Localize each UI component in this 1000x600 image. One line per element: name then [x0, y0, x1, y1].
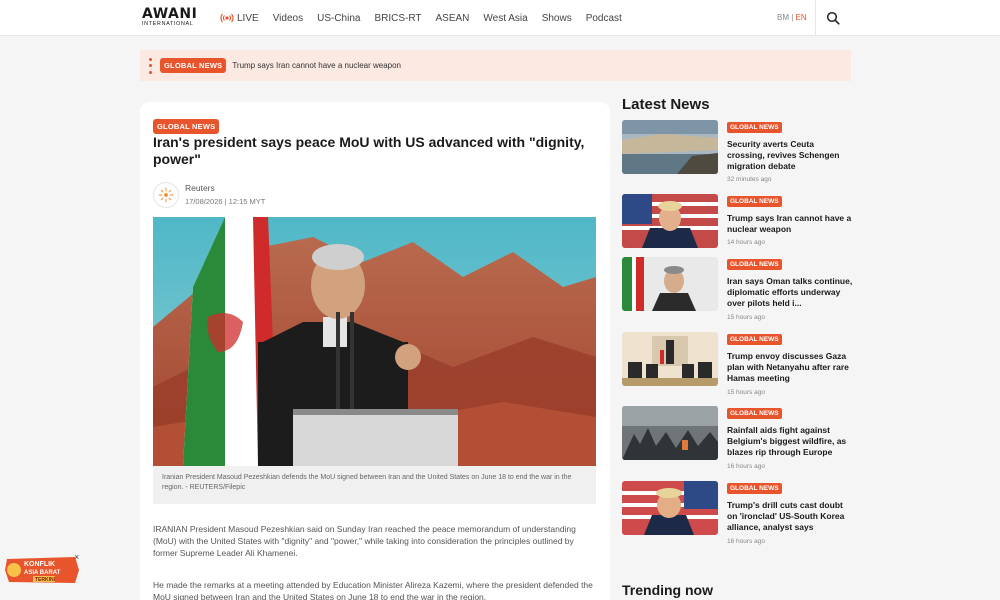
- news-thumbnail: [622, 194, 718, 248]
- article-category-badge[interactable]: GLOBAL NEWS: [153, 119, 220, 134]
- news-title[interactable]: Iran says Oman talks continue, diplomati…: [727, 276, 853, 309]
- lang-bm[interactable]: BM: [777, 13, 789, 22]
- nav-shows[interactable]: Shows: [542, 13, 572, 24]
- latest-news-item[interactable]: GLOBAL NEWS Security averts Ceuta crossi…: [622, 120, 852, 184]
- news-thumbnail: [622, 406, 718, 460]
- nav-live[interactable]: LIVE: [220, 13, 259, 24]
- news-badge: GLOBAL NEWS: [727, 196, 782, 207]
- author-name[interactable]: Reuters: [185, 183, 215, 193]
- news-thumbnail: [622, 332, 718, 386]
- nav-us-china[interactable]: US-China: [317, 13, 360, 24]
- news-title[interactable]: Trump says Iran cannot have a nuclear we…: [727, 213, 853, 235]
- news-title[interactable]: Rainfall aids fight against Belgium's bi…: [727, 425, 853, 458]
- nav-videos[interactable]: Videos: [273, 13, 303, 24]
- site-header: AWANI INTERNATIONAL LIVE Videos US-China…: [0, 0, 1000, 36]
- nav-brics-rt[interactable]: BRICS-RT: [374, 13, 421, 24]
- news-time: 32 minutes ago: [727, 176, 772, 183]
- language-switcher: BM | EN: [777, 13, 807, 22]
- breaking-headline[interactable]: Trump says Iran cannot have a nuclear we…: [232, 61, 401, 70]
- news-badge: GLOBAL NEWS: [727, 259, 782, 270]
- awani-logo[interactable]: AWANI INTERNATIONAL: [142, 7, 204, 29]
- lang-en[interactable]: EN: [796, 13, 807, 22]
- logo-sub: INTERNATIONAL: [142, 21, 194, 27]
- latest-news-item[interactable]: GLOBAL NEWS Trump says Iran cannot have …: [622, 194, 852, 258]
- image-caption: Iranian President Masoud Pezeshkian defe…: [153, 466, 596, 504]
- news-badge: GLOBAL NEWS: [727, 122, 782, 133]
- news-title[interactable]: Security averts Ceuta crossing, revives …: [727, 139, 853, 172]
- latest-news-item[interactable]: GLOBAL NEWS Rainfall aids fight against …: [622, 406, 852, 470]
- article-date: 17/08/2026 | 12:15 MYT: [185, 197, 266, 206]
- article-paragraph-2: He made the remarks at a meeting attende…: [153, 580, 593, 600]
- nav-west-asia[interactable]: West Asia: [483, 13, 527, 24]
- more-options-icon: [148, 57, 152, 74]
- nav-asean[interactable]: ASEAN: [436, 13, 470, 24]
- latest-news-item[interactable]: GLOBAL NEWS Trump's drill cuts cast doub…: [622, 481, 852, 545]
- news-thumbnail: [622, 481, 718, 535]
- news-time: 14 hours ago: [727, 239, 765, 246]
- konflik-asia-barat-badge[interactable]: KONFLIK ASIA BARAT TERKINI: [3, 555, 81, 585]
- lang-separator: |: [791, 13, 794, 22]
- nav-podcast[interactable]: Podcast: [586, 13, 622, 24]
- news-time: 15 hours ago: [727, 389, 765, 396]
- badge-line1: KONFLIK: [24, 561, 55, 568]
- logo-brand: AWANI: [142, 6, 198, 22]
- news-thumbnail: [622, 120, 718, 174]
- latest-news-heading: Latest News: [622, 96, 710, 113]
- search-icon[interactable]: [826, 11, 840, 25]
- news-badge: GLOBAL NEWS: [727, 334, 782, 345]
- close-icon[interactable]: ×: [74, 552, 79, 562]
- latest-news-item[interactable]: GLOBAL NEWS Trump envoy discusses Gaza p…: [622, 332, 852, 396]
- news-title[interactable]: Trump envoy discusses Gaza plan with Net…: [727, 351, 853, 384]
- hero-image: [153, 217, 596, 466]
- trending-heading: Trending now: [622, 582, 713, 598]
- article-card: GLOBAL NEWS Iran's president says peace …: [140, 102, 610, 600]
- news-thumbnail: [622, 257, 718, 311]
- news-time: 16 hours ago: [727, 463, 765, 470]
- news-badge: GLOBAL NEWS: [727, 483, 782, 494]
- badge-line2: ASIA BARAT: [24, 570, 61, 576]
- news-badge: GLOBAL NEWS: [727, 408, 782, 419]
- news-title[interactable]: Trump's drill cuts cast doubt on 'ironcl…: [727, 500, 853, 533]
- article-paragraph-1: IRANIAN President Masoud Pezeshkian said…: [153, 524, 576, 558]
- article-title: Iran's president says peace MoU with US …: [153, 134, 585, 167]
- live-broadcast-icon: [220, 13, 234, 23]
- badge-line3: TERKINI: [35, 577, 56, 583]
- header-divider: [815, 0, 816, 36]
- breaking-badge: GLOBAL NEWS: [160, 58, 227, 73]
- news-time: 16 hours ago: [727, 538, 765, 545]
- latest-news-item[interactable]: GLOBAL NEWS Iran says Oman talks continu…: [622, 257, 852, 321]
- news-time: 15 hours ago: [727, 314, 765, 321]
- author-avatar: [153, 182, 179, 208]
- nav-live-label: LIVE: [237, 12, 259, 24]
- breaking-news-banner[interactable]: GLOBAL NEWS Trump says Iran cannot have …: [140, 50, 851, 81]
- main-nav: LIVE Videos US-China BRICS-RT ASEAN West…: [220, 0, 636, 36]
